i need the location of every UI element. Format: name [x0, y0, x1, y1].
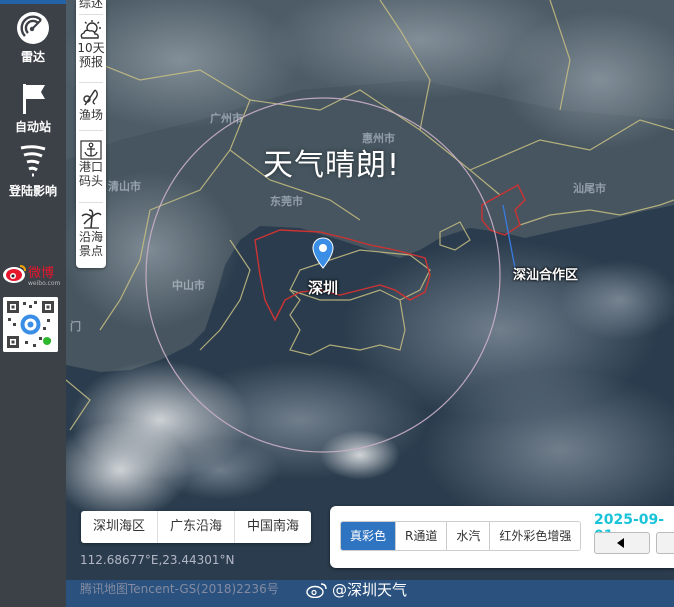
weibo-handle[interactable]: @深圳天气: [306, 580, 407, 600]
qr-code-icon: [3, 297, 58, 352]
city-label-zhongshan: 中山市: [172, 279, 205, 292]
city-label-jiangmen: 门: [70, 320, 81, 333]
layer-control-panel: 真彩色 R通道 水汽 红外彩色增强 2025-09-01: [330, 506, 674, 568]
subbar-item-coastal[interactable]: 沿海 景点: [76, 208, 106, 258]
tab-shenzhen-sea[interactable]: 深圳海区: [81, 511, 159, 543]
palm-icon: [81, 209, 102, 229]
city-label-qingshan: 清山市: [108, 180, 141, 193]
tab-r-channel[interactable]: R通道: [396, 522, 448, 550]
next-frame-button[interactable]: [656, 532, 674, 554]
tab-guangdong-coast[interactable]: 广东沿海: [158, 511, 236, 543]
cursor-coordinates: 112.68677°E,23.44301°N: [80, 553, 235, 567]
triangle-left-icon: [617, 538, 624, 548]
subbar-label-overview: 综述: [78, 0, 103, 10]
city-label-dongguan: 东莞市: [270, 195, 303, 208]
tab-south-china-sea[interactable]: 中国南海: [235, 511, 311, 543]
fishing-icon: [83, 89, 98, 106]
map-copyright: 腾讯地图Tencent-GS(2018)2236号: [80, 582, 279, 596]
svg-text:weibo.com: weibo.com: [28, 280, 61, 287]
flag-icon: [23, 84, 45, 114]
subbar-item-fishing[interactable]: 渔场: [76, 86, 106, 122]
tab-true-color[interactable]: 真彩色: [341, 522, 397, 550]
subbar-label-port-1: 港口: [78, 160, 103, 174]
tab-infrared-enhanced[interactable]: 红外彩色增强: [490, 522, 581, 550]
city-label-shenzhen: 深圳: [308, 279, 339, 297]
sidebar-label-landfall: 登陆影响: [8, 184, 57, 198]
city-label-guangzhou: 广州市: [210, 112, 243, 125]
region-tabs: 深圳海区 广东沿海 中国南海: [81, 511, 312, 543]
subbar-label-coastal-1: 沿海: [78, 230, 103, 244]
subbar-label-10day-1: 10天: [77, 41, 105, 55]
sidebar-label-auto-station: 自动站: [14, 120, 51, 134]
city-label-shanwei: 汕尾市: [573, 182, 606, 195]
city-label-shenshan: 深汕合作区: [513, 268, 579, 283]
subbar-label-fishing: 渔场: [78, 108, 103, 122]
typhoon-icon: [20, 145, 46, 177]
sidebar-item-radar[interactable]: 雷达: [0, 10, 66, 65]
subbar-item-port[interactable]: 港口 码头: [76, 140, 106, 188]
subbar-divider: [79, 82, 103, 83]
subbar-divider: [79, 130, 103, 131]
subbar-divider: [79, 14, 103, 15]
svg-text:微博: 微博: [28, 266, 54, 281]
tab-water-vapor[interactable]: 水汽: [447, 522, 491, 550]
sidebar-label-radar: 雷达: [20, 50, 45, 64]
weibo-handle-text: @深圳天气: [332, 581, 408, 599]
anchor-icon: [80, 140, 102, 160]
sidebar-item-auto-station[interactable]: 自动站: [0, 82, 66, 135]
prev-frame-button[interactable]: [594, 532, 650, 554]
subbar-divider: [79, 202, 103, 203]
cloud-sun-icon: [80, 20, 101, 39]
subbar-label-10day-2: 预报: [78, 55, 103, 69]
weibo-small-icon: [306, 583, 327, 598]
weibo-logo-icon[interactable]: 微博 weibo.com: [2, 260, 62, 288]
sidebar-item-landfall[interactable]: 登陆影响: [0, 144, 66, 199]
subbar-item-10day[interactable]: 10天 预报: [76, 19, 106, 69]
layer-tabs: 真彩色 R通道 水汽 红外彩色增强: [340, 521, 582, 551]
radar-icon: [17, 12, 49, 44]
subbar-label-port-2: 码头: [78, 174, 103, 188]
sidebar-topbar: [0, 0, 66, 4]
sub-toolbar: 综述 10天 预报 渔场 港口 码头 沿海 景点: [76, 0, 106, 268]
subbar-item-overview[interactable]: 综述: [76, 0, 106, 10]
main-sidebar: 雷达 自动站 登陆影响 微博 weibo.com: [0, 0, 66, 607]
subbar-label-coastal-2: 景点: [78, 244, 103, 258]
location-marker-icon[interactable]: [312, 237, 334, 269]
weather-headline: 天气晴朗!: [263, 148, 401, 183]
city-label-huizhou: 惠州市: [362, 132, 395, 145]
